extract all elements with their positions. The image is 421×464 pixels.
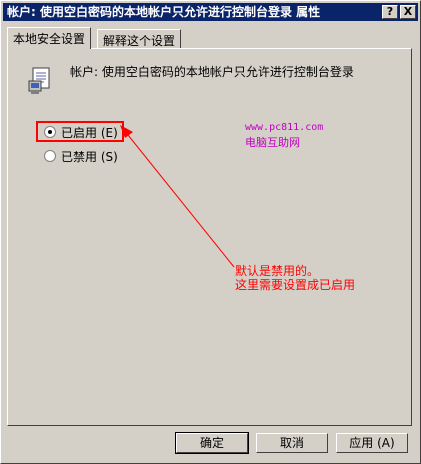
window-title: 帐户: 使用空白密码的本地帐户只允许进行控制台登录 属性	[7, 5, 321, 19]
tab-panel: 帐户: 使用空白密码的本地帐户只允许进行控制台登录 已启用 (E) 已禁用 (S…	[7, 48, 412, 426]
cancel-button[interactable]: 取消	[256, 433, 328, 453]
title-bar[interactable]: 帐户: 使用空白密码的本地帐户只允许进行控制台登录 属性 ? X	[3, 3, 418, 21]
tab-explain-setting[interactable]: 解释这个设置	[97, 29, 182, 48]
annotation-line-2: 这里需要设置成已启用	[235, 278, 356, 292]
annotation-arrow	[120, 125, 235, 268]
ok-button[interactable]: 确定	[175, 432, 249, 454]
properties-dialog: 帐户: 使用空白密码的本地帐户只允许进行控制台登录 属性 ? X 本地安全设置 …	[0, 0, 421, 464]
close-button[interactable]: X	[400, 5, 416, 19]
help-button[interactable]: ?	[382, 5, 398, 19]
tab-local-security-setting[interactable]: 本地安全设置	[7, 27, 92, 49]
apply-button[interactable]: 应用 (A)	[336, 433, 408, 453]
